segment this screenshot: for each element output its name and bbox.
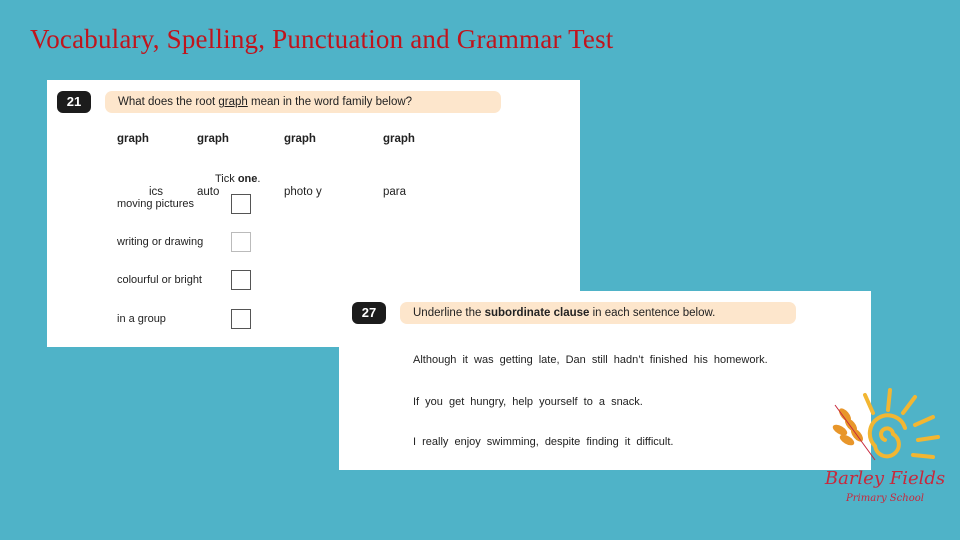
tick-box[interactable] <box>231 232 251 252</box>
question-prompt: Underline the subordinate clause in each… <box>400 302 796 324</box>
question-number: 21 <box>57 91 91 113</box>
question-prompt: What does the root graph mean in the wor… <box>105 91 501 113</box>
word-item: photo graph y <box>284 133 322 198</box>
sentence[interactable]: If you get hungry, help yourself to a sn… <box>413 396 643 408</box>
option-label: writing or drawing <box>117 236 204 248</box>
prompt-text: in each sentence below. <box>589 307 716 319</box>
prompt-bold: subordinate clause <box>484 307 590 319</box>
tick-box[interactable] <box>231 309 251 329</box>
tick-box[interactable] <box>231 270 251 290</box>
question-number: 27 <box>352 302 386 324</box>
option-label: colourful or bright <box>117 274 202 286</box>
prompt-text: mean in the word family below? <box>247 96 413 108</box>
question-27-card: 27 Underline the subordinate clause in e… <box>339 291 871 470</box>
school-logo: Barley Fields Primary School <box>815 385 955 510</box>
tick-box[interactable] <box>231 194 251 214</box>
prompt-text: Underline the <box>413 307 485 319</box>
prompt-root-word: graph <box>218 96 248 108</box>
option-label: moving pictures <box>117 198 195 210</box>
logo-name: Barley Fields <box>824 468 946 489</box>
slide-title: Vocabulary, Spelling, Punctuation and Gr… <box>30 24 614 54</box>
word-item: graph ics <box>117 133 164 198</box>
prompt-text: What does the root <box>118 96 219 108</box>
logo-subtitle: Primary School <box>846 493 924 504</box>
tick-instruction: Tick one. <box>215 173 261 185</box>
sentence[interactable]: Although it was getting late, Dan still … <box>413 354 768 366</box>
sun-wheat-icon <box>832 388 940 461</box>
sentence[interactable]: I really enjoy swimming, despite finding… <box>413 436 673 448</box>
option-label: in a group <box>117 313 166 325</box>
word-item: auto graph <box>197 133 229 198</box>
word-item: para graph <box>383 133 415 198</box>
